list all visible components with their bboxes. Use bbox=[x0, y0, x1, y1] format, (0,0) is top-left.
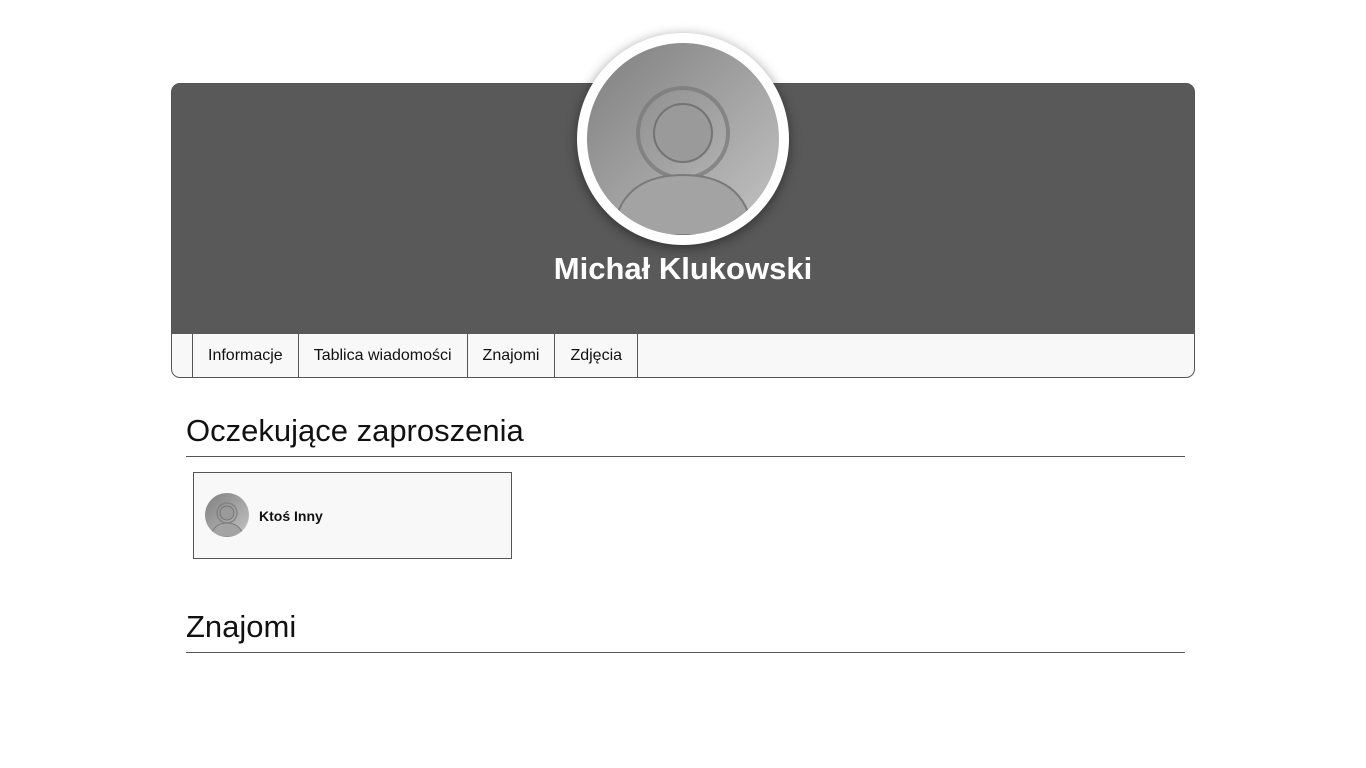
tab-znajomi[interactable]: Znajomi bbox=[468, 334, 556, 377]
tab-spacer bbox=[172, 334, 193, 377]
friends-heading: Znajomi bbox=[186, 609, 297, 644]
tab-tablica-wiadomosci[interactable]: Tablica wiadomości bbox=[299, 334, 468, 377]
section-divider bbox=[186, 652, 1185, 653]
profile-name: Michał Klukowski bbox=[553, 251, 813, 286]
tab-informacje[interactable]: Informacje bbox=[193, 334, 299, 377]
tab-zdjecia[interactable]: Zdjęcia bbox=[555, 334, 639, 377]
pending-invitation-card[interactable]: Ktoś Inny bbox=[193, 472, 512, 559]
profile-tabs: Informacje Tablica wiadomości Znajomi Zd… bbox=[172, 334, 1194, 377]
pending-invitations-heading: Oczekujące zaproszenia bbox=[186, 413, 524, 448]
section-divider bbox=[186, 456, 1185, 457]
invitation-user-name[interactable]: Ktoś Inny bbox=[259, 508, 323, 524]
user-avatar-placeholder-icon bbox=[587, 43, 779, 235]
profile-avatar[interactable] bbox=[577, 33, 789, 245]
user-avatar-placeholder-icon bbox=[205, 493, 249, 537]
